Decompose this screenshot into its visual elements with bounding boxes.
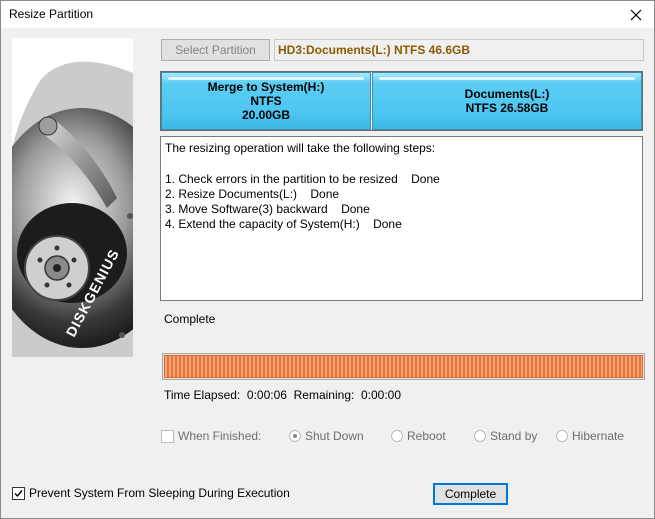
partition-map: Merge to System(H:) NTFS 20.00GB Documen… <box>160 71 643 131</box>
log-line: The resizing operation will take the fol… <box>165 141 436 155</box>
radio-reboot[interactable]: Reboot <box>391 428 446 444</box>
partition-filesystem-size: NTFS 26.58GB <box>465 101 549 115</box>
radio-indicator <box>556 430 568 442</box>
radio-stand-by[interactable]: Stand by <box>474 428 537 444</box>
radio-label: Reboot <box>407 429 446 443</box>
prevent-sleep-checkbox[interactable]: Prevent System From Sleeping During Exec… <box>12 486 290 500</box>
log-line: 3. Move Software(3) backward Done <box>165 202 370 217</box>
diskgenius-banner-image: DISKGENIUS <box>12 38 133 357</box>
select-partition-button[interactable]: Select Partition <box>161 39 270 61</box>
log-line: 1. Check errors in the partition to be r… <box>165 171 440 186</box>
checkbox-box <box>12 486 25 500</box>
radio-label: Hibernate <box>572 429 625 443</box>
radio-shut-down[interactable]: Shut Down <box>289 428 364 444</box>
when-finished-label: When Finished: <box>178 429 262 443</box>
progress-fill <box>164 355 643 378</box>
close-button[interactable] <box>618 1 654 28</box>
close-icon <box>630 9 642 20</box>
when-finished-options: When Finished: Shut Down Reboot Stand by… <box>161 428 641 444</box>
partition-block-system[interactable]: Merge to System(H:) NTFS 20.00GB <box>161 72 371 130</box>
checkbox-box <box>161 429 174 443</box>
window-title: Resize Partition <box>9 7 94 21</box>
log-line: 2. Resize Documents(L:) Done <box>165 186 340 201</box>
time-elapsed-remaining: Time Elapsed: 0:00:06 Remaining: 0:00:00 <box>164 388 402 402</box>
partition-name: Documents(L:) <box>464 87 550 101</box>
complete-button[interactable]: Complete <box>433 483 508 505</box>
radio-indicator <box>289 430 301 442</box>
when-finished-checkbox[interactable]: When Finished: <box>161 428 261 444</box>
log-line: 4. Extend the capacity of System(H:) Don… <box>165 217 402 232</box>
selected-disk-info: HD3:Documents(L:) NTFS 46.6GB <box>274 39 644 61</box>
status-label: Complete <box>164 312 216 326</box>
prevent-sleep-label: Prevent System From Sleeping During Exec… <box>29 486 290 500</box>
progress-bar <box>162 353 645 380</box>
partition-name: Merge to System(H:) <box>207 80 325 94</box>
title-bar: Resize Partition <box>1 1 654 28</box>
hard-disk-illustration: DISKGENIUS <box>12 38 133 357</box>
radio-label: Stand by <box>490 429 538 443</box>
resize-partition-dialog: Resize Partition DISKGENIUS Select Parti… <box>0 0 655 519</box>
radio-label: Shut Down <box>305 429 364 443</box>
partition-size: 20.00GB <box>241 108 291 122</box>
partition-block-documents[interactable]: Documents(L:) NTFS 26.58GB <box>372 72 642 130</box>
radio-indicator <box>474 430 486 442</box>
partition-filesystem: NTFS <box>250 94 282 108</box>
checkmark-icon <box>14 489 23 497</box>
radio-indicator <box>391 430 403 442</box>
radio-hibernate[interactable]: Hibernate <box>556 428 624 444</box>
operation-steps-log[interactable]: The resizing operation will take the fol… <box>160 136 643 301</box>
